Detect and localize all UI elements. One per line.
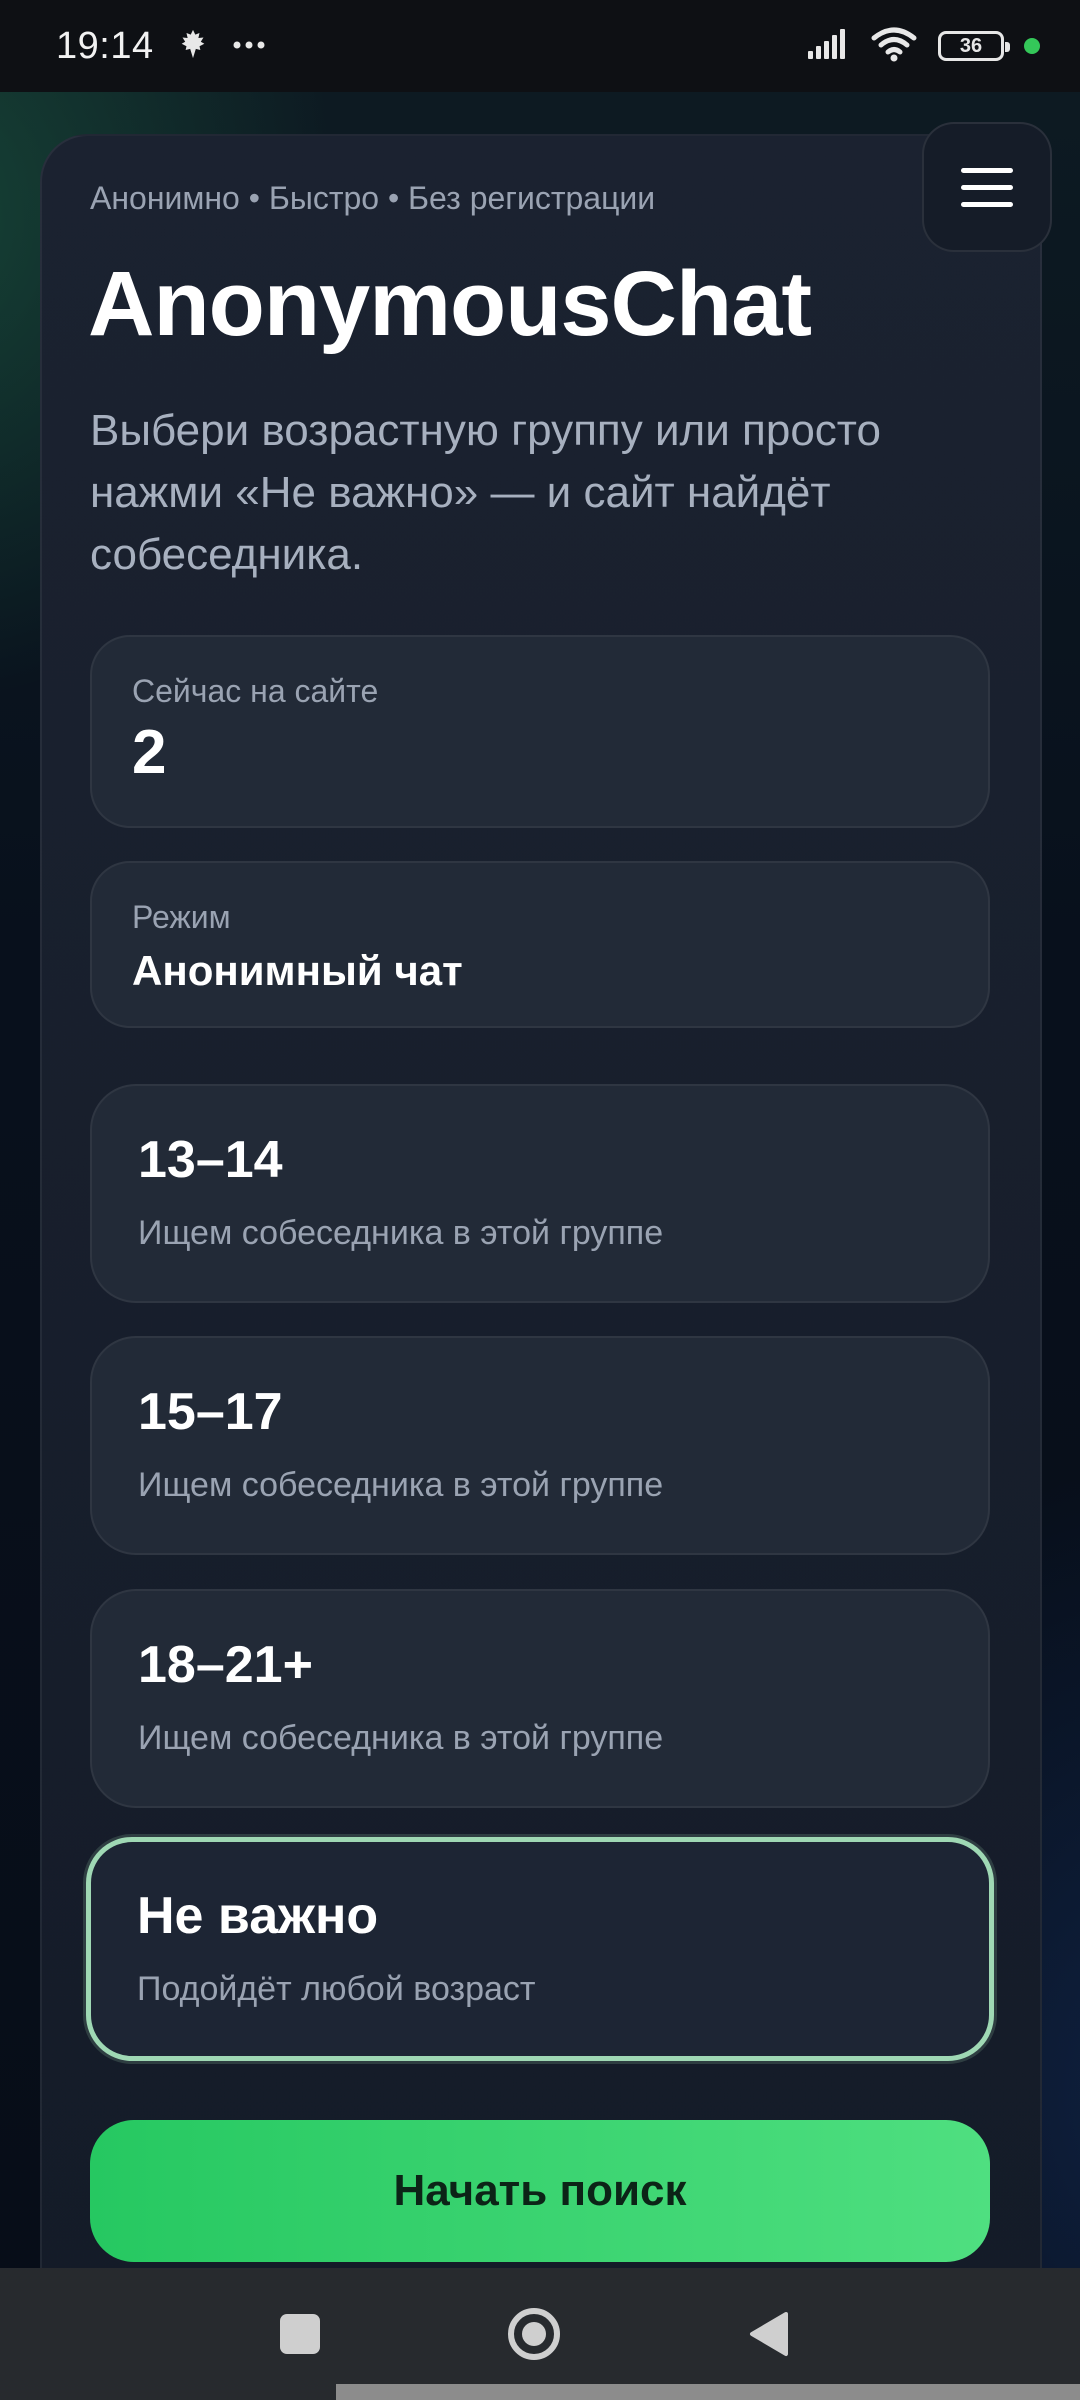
status-bar: 19:14 36 — [0, 0, 1080, 92]
age-option-15-17[interactable]: 15–17 Ищем собеседника в этой группе — [90, 1336, 990, 1555]
page-title: AnonymousChat — [88, 253, 812, 355]
back-button-icon[interactable] — [746, 2310, 790, 2363]
age-option-title: 15–17 — [138, 1383, 283, 1441]
more-dots-icon — [232, 37, 266, 55]
start-search-button[interactable]: Начать поиск — [90, 2120, 990, 2262]
tagline: Анонимно • Быстро • Без регистрации — [90, 180, 656, 216]
hamburger-icon-bar — [961, 201, 1013, 207]
age-option-title: Не важно — [137, 1887, 379, 1945]
page-description: Выбери возрастную группу или просто нажм… — [90, 406, 881, 579]
online-count-label: Сейчас на сайте — [132, 673, 379, 709]
age-option-18-21[interactable]: 18–21+ Ищем собеседника в этой группе — [90, 1589, 990, 1808]
mode-box: Режим Анонимный чат — [90, 861, 990, 1028]
battery-icon: 36 — [938, 31, 1010, 61]
mode-value: Анонимный чат — [132, 947, 463, 994]
signal-icon — [808, 28, 850, 64]
age-option-subtitle: Ищем собеседника в этой группе — [138, 1719, 664, 1757]
screen: 19:14 36 Анонимно • Быстро • Без регистр… — [0, 0, 1080, 2400]
status-time: 19:14 — [56, 24, 154, 67]
age-option-subtitle: Ищем собеседника в этой группе — [138, 1214, 664, 1252]
system-nav-bar — [0, 2268, 1080, 2400]
mode-label: Режим — [132, 899, 231, 935]
status-right: 36 — [808, 26, 1040, 67]
wifi-icon — [870, 26, 918, 67]
age-option-subtitle: Ищем собеседника в этой группе — [138, 1466, 664, 1504]
online-count-value: 2 — [132, 718, 167, 787]
age-option-title: 13–14 — [138, 1131, 283, 1189]
hamburger-icon — [961, 167, 1013, 173]
gesture-indicator — [336, 2384, 1080, 2400]
privacy-indicator-dot — [1024, 38, 1040, 54]
hamburger-icon-bar — [961, 184, 1013, 190]
age-option-any-selected[interactable]: Не важно Подойдёт любой возраст — [86, 1837, 994, 2061]
recents-button-icon[interactable] — [280, 2314, 320, 2354]
menu-button[interactable] — [922, 122, 1052, 252]
online-count-box: Сейчас на сайте 2 — [90, 635, 990, 828]
home-button-inner — [522, 2322, 546, 2346]
maple-leaf-icon — [176, 27, 210, 66]
home-button-icon[interactable] — [508, 2308, 560, 2360]
status-left: 19:14 — [56, 25, 266, 68]
age-option-title: 18–21+ — [138, 1636, 313, 1694]
age-option-subtitle: Подойдёт любой возраст — [137, 1970, 536, 2008]
age-option-13-14[interactable]: 13–14 Ищем собеседника в этой группе — [90, 1084, 990, 1303]
